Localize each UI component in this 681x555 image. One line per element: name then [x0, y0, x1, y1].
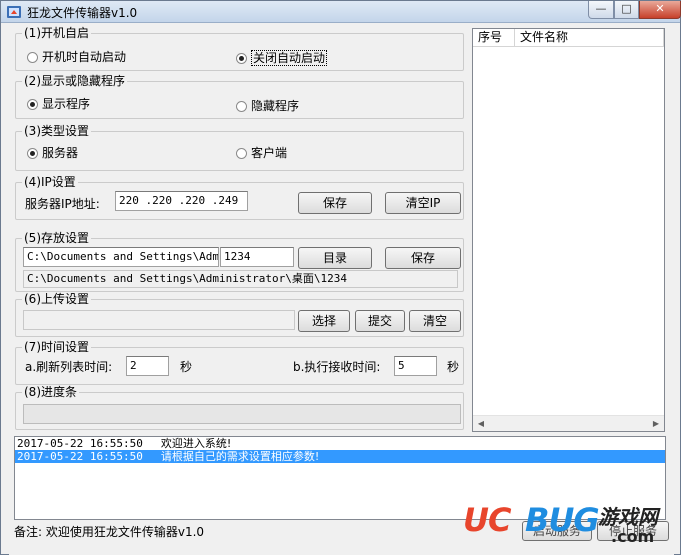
- log-time: 2017-05-22 16:55:50: [17, 450, 143, 463]
- radio-type-client[interactable]: 客户端: [236, 146, 287, 160]
- progress-bar: [23, 404, 461, 424]
- refresh-label: a.刷新列表时间:: [25, 360, 113, 374]
- upload-legend: (6)上传设置: [22, 292, 91, 306]
- radio-dot: [236, 147, 247, 159]
- log-row[interactable]: 2017-05-22 16:55:50 请根据自己的需求设置相应参数!: [15, 450, 665, 463]
- app-icon: [7, 6, 21, 18]
- minimize-button[interactable]: —: [588, 1, 614, 19]
- storage-folder-input[interactable]: 1234: [220, 247, 294, 267]
- maximize-button[interactable]: □: [614, 1, 639, 19]
- upload-clear-button[interactable]: 清空: [409, 310, 461, 332]
- ip-label: 服务器IP地址:: [25, 197, 100, 211]
- radio-type-client-label: 客户端: [251, 146, 288, 160]
- radio-type-server[interactable]: 服务器: [27, 146, 78, 160]
- display-legend: (2)显示或隐藏程序: [22, 74, 127, 88]
- close-button[interactable]: ✕: [639, 1, 681, 19]
- upload-submit-button[interactable]: 提交: [355, 310, 405, 332]
- radio-dot-selected: [27, 98, 38, 110]
- storage-dir-button[interactable]: 目录: [298, 247, 372, 269]
- storage-path-input[interactable]: C:\Documents and Settings\Administrator\…: [23, 247, 219, 267]
- title-bar[interactable]: 狂龙文件传输器v1.0 — □ ✕: [1, 1, 681, 23]
- file-list[interactable]: 序号 文件名称 ◀ ▶: [472, 28, 665, 432]
- radio-startup-auto[interactable]: 开机时自动启动: [27, 50, 126, 64]
- ip-clear-button[interactable]: 清空IP: [385, 192, 461, 214]
- storage-legend: (5)存放设置: [22, 231, 91, 245]
- timing-legend: (7)时间设置: [22, 340, 91, 354]
- watermark-bug: BUG: [525, 501, 600, 539]
- file-list-header: 序号 文件名称: [473, 29, 664, 47]
- radio-dot-selected: [27, 147, 38, 159]
- progress-legend: (8)进度条: [22, 385, 79, 399]
- radio-type-server-label: 服务器: [42, 146, 79, 160]
- log-message: 请根据自己的需求设置相应参数!: [160, 450, 320, 463]
- log-row[interactable]: 2017-05-22 16:55:50 欢迎进入系统!: [15, 437, 665, 450]
- radio-display-show[interactable]: 显示程序: [27, 97, 90, 111]
- footer-note: 备注: 欢迎使用狂龙文件传输器v1.0: [14, 525, 205, 539]
- watermark-com: .com: [611, 527, 655, 546]
- log-time: 2017-05-22 16:55:50: [17, 437, 143, 450]
- scroll-left-icon[interactable]: ◀: [473, 416, 489, 431]
- window-title: 狂龙文件传输器v1.0: [27, 6, 138, 20]
- radio-display-show-label: 显示程序: [42, 97, 91, 111]
- upload-file-input[interactable]: [23, 310, 295, 330]
- radio-startup-off-label: 关闭自动启动: [251, 50, 328, 66]
- log-message: 欢迎进入系统!: [160, 437, 232, 450]
- client-area: (1)开机自启 开机时自动启动 关闭自动启动 (2)显示或隐藏程序 显示程序 隐…: [9, 23, 674, 555]
- radio-display-hide-label: 隐藏程序: [251, 99, 300, 113]
- refresh-time-input[interactable]: 2: [126, 356, 169, 376]
- type-legend: (3)类型设置: [22, 124, 91, 138]
- horizontal-scrollbar[interactable]: ◀ ▶: [473, 415, 664, 431]
- column-header-index[interactable]: 序号: [473, 29, 515, 47]
- scroll-right-icon[interactable]: ▶: [648, 416, 664, 431]
- radio-dot: [236, 100, 247, 112]
- radio-startup-auto-label: 开机时自动启动: [42, 50, 127, 64]
- ip-legend: (4)IP设置: [22, 175, 78, 189]
- storage-full-path-text: C:\Documents and Settings\Administrator\…: [27, 272, 348, 285]
- receive-unit: 秒: [447, 360, 460, 374]
- ip-address-input[interactable]: 220 .220 .220 .249: [115, 191, 248, 211]
- storage-save-button[interactable]: 保存: [385, 247, 461, 269]
- receive-time-input[interactable]: 5: [394, 356, 437, 376]
- watermark-uc: UC: [463, 501, 511, 539]
- storage-full-path: C:\Documents and Settings\Administrator\…: [23, 270, 458, 288]
- startup-legend: (1)开机自启: [22, 26, 91, 40]
- column-header-filename[interactable]: 文件名称: [515, 29, 664, 47]
- radio-startup-off[interactable]: 关闭自动启动: [236, 50, 328, 66]
- radio-dot-selected: [236, 52, 247, 64]
- watermark-cn: 游戏网: [598, 505, 658, 529]
- upload-select-button[interactable]: 选择: [298, 310, 350, 332]
- radio-dot: [27, 51, 38, 63]
- site-watermark: UC BUG 游戏网 .com: [463, 498, 681, 555]
- log-rows: 2017-05-22 16:55:50 欢迎进入系统! 2017-05-22 16:…: [15, 437, 665, 463]
- ip-save-button[interactable]: 保存: [298, 192, 372, 214]
- radio-display-hide[interactable]: 隐藏程序: [236, 99, 299, 113]
- refresh-unit: 秒: [180, 360, 193, 374]
- app-window: 狂龙文件传输器v1.0 — □ ✕ (1)开机自启 开机时自动启动 关闭自动启动…: [0, 0, 681, 555]
- receive-label: b.执行接收时间:: [293, 360, 381, 374]
